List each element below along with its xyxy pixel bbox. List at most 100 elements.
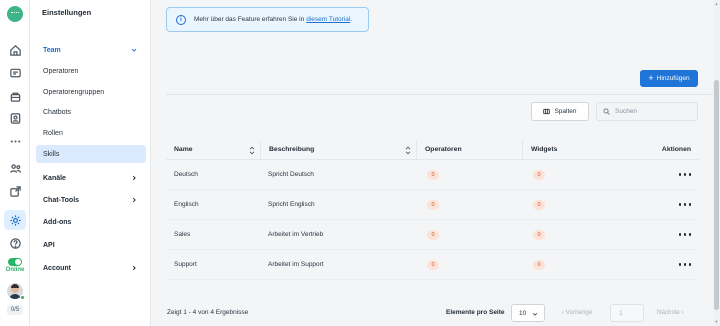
skill-description: Spricht Englisch — [268, 201, 315, 208]
nav-section-kanaele[interactable]: Kanäle — [36, 170, 146, 186]
columns-icon — [543, 108, 551, 115]
sort-icon[interactable] — [405, 146, 411, 155]
presence-indicator — [20, 295, 25, 300]
operators-count-badge: 0 — [427, 169, 439, 180]
nav-item-rollen[interactable]: Rollen — [36, 125, 146, 141]
share-icon[interactable] — [4, 181, 26, 201]
column-header-actions: Aktionen — [661, 146, 691, 153]
operators-count-cell: 0 — [416, 250, 522, 279]
scroll-thumb[interactable] — [714, 80, 719, 310]
online-toggle[interactable] — [8, 258, 22, 266]
settings-title: Einstellungen — [42, 8, 92, 17]
table-row[interactable]: Support Arbeitet im Support 0 0 — [166, 250, 699, 280]
kebab-menu-icon[interactable] — [679, 231, 691, 239]
widgets-count-badge: 0 — [533, 169, 545, 180]
column-header-description-label: Beschreibung — [269, 146, 315, 153]
chevron-right-icon — [130, 174, 138, 182]
columns-button[interactable]: Spalten — [531, 102, 589, 121]
nav-item-operatoren[interactable]: Operatoren — [36, 63, 146, 79]
results-summary: Zeigt 1 - 4 von 4 Ergebnisse — [167, 309, 249, 316]
column-header-name[interactable]: Name — [166, 140, 260, 159]
nav-section-chat-tools[interactable]: Chat-Tools — [36, 192, 146, 208]
plus-icon: + — [648, 73, 654, 83]
columns-button-label: Spalten — [554, 108, 577, 115]
previous-page-label: Vorherige — [565, 309, 593, 316]
widgets-count-badge: 0 — [533, 199, 545, 210]
search-icon — [603, 108, 610, 115]
tutorial-link[interactable]: diesem Tutorial — [306, 16, 350, 23]
icon-rail: Online 0/5 — [0, 0, 30, 326]
operators-count-cell: 0 — [416, 190, 522, 219]
table-row[interactable]: Deutsch Spricht Deutsch 0 0 — [166, 160, 699, 190]
skill-description: Arbeitet im Support — [268, 261, 324, 268]
skill-name: Support — [174, 261, 197, 268]
scroll-down-arrow[interactable]: ▼ — [714, 319, 719, 324]
previous-page-button[interactable]: ‹ Vorherige — [562, 309, 592, 316]
info-text: Mehr über das Feature erfahren Sie in — [194, 16, 305, 23]
online-status-label: Online — [5, 267, 25, 273]
search-input[interactable] — [615, 108, 695, 115]
home-icon[interactable] — [4, 40, 26, 60]
column-header-name-label: Name — [174, 146, 193, 153]
nav-section-chat-tools-label: Chat-Tools — [43, 196, 80, 204]
add-button[interactable]: + Hinzufügen — [640, 70, 698, 87]
nav-item-skills[interactable]: Skills — [36, 145, 146, 163]
settings-icon[interactable] — [4, 210, 26, 230]
search-field[interactable] — [596, 102, 698, 121]
table-row[interactable]: Sales Arbeitet im Vertrieb 0 0 — [166, 220, 699, 250]
kebab-menu-icon[interactable] — [679, 261, 691, 269]
info-suffix: . — [350, 16, 353, 23]
sort-icon[interactable] — [249, 146, 255, 155]
chevron-left-icon: ‹ — [562, 309, 565, 316]
skill-name: Deutsch — [174, 171, 198, 178]
row-actions — [634, 250, 699, 279]
nav-item-chatbots[interactable]: Chatbots — [36, 104, 146, 120]
help-icon[interactable] — [4, 233, 26, 253]
more-icon[interactable] — [4, 131, 26, 151]
scroll-up-arrow[interactable]: ▲ — [714, 1, 719, 6]
operators-count-badge: 0 — [427, 259, 439, 270]
row-actions — [634, 220, 699, 249]
nav-section-account[interactable]: Account — [36, 260, 146, 276]
widgets-count-cell: 0 — [522, 160, 634, 189]
nav-section-api[interactable]: API — [36, 237, 146, 253]
nav-section-team-label: Team — [43, 46, 61, 54]
chat-icon[interactable] — [4, 63, 26, 83]
widgets-count-cell: 0 — [522, 250, 634, 279]
info-icon: i — [176, 14, 186, 25]
skill-name: Sales — [174, 231, 191, 238]
nav-section-add-ons[interactable]: Add-ons — [36, 214, 146, 230]
row-actions — [634, 190, 699, 219]
team-icon[interactable] — [4, 158, 26, 178]
divider — [166, 94, 714, 95]
scrollbar[interactable]: ▲ ▼ — [713, 0, 720, 326]
widgets-count-badge: 0 — [533, 259, 545, 270]
chevron-right-icon — [130, 196, 138, 204]
row-actions — [634, 160, 699, 189]
chevron-right-icon: › — [681, 309, 684, 316]
chevron-down-icon — [532, 312, 538, 316]
next-page-button[interactable]: Nächste › — [657, 309, 684, 316]
settings-nav: Einstellungen Team Operatoren Operatoren… — [30, 0, 151, 326]
operators-count-cell: 0 — [416, 220, 522, 249]
chat-counter: 0/5 — [7, 305, 23, 315]
logo-icon[interactable] — [7, 6, 23, 22]
nav-section-team[interactable]: Team — [36, 42, 146, 58]
operators-count-cell: 0 — [416, 160, 522, 189]
per-page-select[interactable]: 10 — [511, 304, 545, 322]
skills-table: Name Beschreibung Operatoren Widgets Akt… — [166, 140, 699, 280]
inbox-icon[interactable] — [4, 86, 26, 106]
nav-item-operatorengruppen[interactable]: Operatorengruppen — [36, 84, 146, 100]
per-page-value: 10 — [519, 309, 527, 317]
kebab-menu-icon[interactable] — [679, 171, 691, 179]
column-header-description[interactable]: Beschreibung — [260, 140, 416, 159]
operators-count-badge: 0 — [427, 229, 439, 240]
page-number-input[interactable]: 1 — [610, 304, 644, 322]
skill-description: Arbeitet im Vertrieb — [268, 231, 324, 238]
main-content: i Mehr über das Feature erfahren Sie in … — [151, 0, 720, 326]
contacts-icon[interactable] — [4, 108, 26, 128]
widgets-count-cell: 0 — [522, 190, 634, 219]
table-row[interactable]: Englisch Spricht Englisch 0 0 — [166, 190, 699, 220]
kebab-menu-icon[interactable] — [679, 201, 691, 209]
widgets-count-cell: 0 — [522, 220, 634, 249]
